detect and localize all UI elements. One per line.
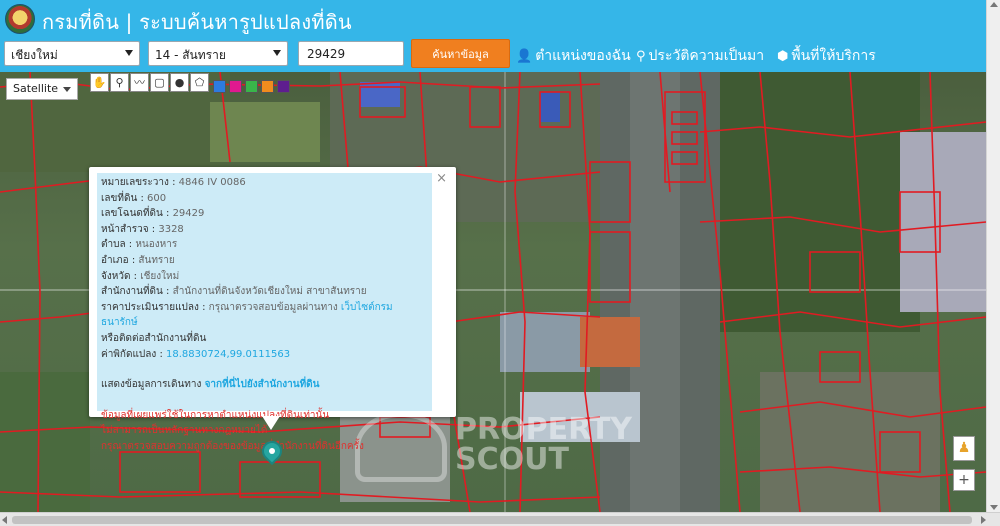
info-row: หน้าสำรวจ : 3328 xyxy=(101,223,184,235)
drawing-toolbar: ✋ ⚲ 〰 ▢ ● ⬠ xyxy=(90,73,209,92)
chevron-down-icon xyxy=(125,50,133,56)
circle-icon[interactable]: ● xyxy=(170,73,189,92)
service-area-label: พื้นที่ให้บริการ xyxy=(791,48,876,64)
info-row: จังหวัด : เชียงใหม่ xyxy=(101,270,180,282)
polyline-icon[interactable]: 〰 xyxy=(130,73,149,92)
province-select[interactable]: เชียงใหม่ xyxy=(4,41,140,66)
info-row-value: 3328 xyxy=(158,223,184,235)
search-button[interactable]: ค้นหาข้อมูล xyxy=(411,39,510,68)
info-row: อำเภอ : สันทราย xyxy=(101,254,175,266)
info-row-value: 600 xyxy=(147,192,167,204)
info-window-pointer xyxy=(262,416,280,430)
info-row-label: สำนักงานที่ดิน xyxy=(101,286,163,298)
horizontal-scrollbar[interactable] xyxy=(0,512,1000,526)
info-row-label: หมายเลขระวาง xyxy=(101,177,169,188)
info-row-label: เลขที่ดิน xyxy=(101,192,138,204)
scroll-left-icon[interactable] xyxy=(2,516,7,524)
info-row-label: จังหวัด xyxy=(101,270,131,282)
price-contact: หรือติดต่อสำนักงานที่ดิน xyxy=(101,332,207,344)
coord-row: ค่าพิกัดแปลง : 18.8830724,99.0111563 xyxy=(101,348,291,360)
info-row: ตำบล : หนองหาร xyxy=(101,239,178,251)
polygon-icon[interactable]: ⬠ xyxy=(190,73,209,92)
route-row: แสดงข้อมูลการเดินทาง จากที่นี่ไปยังสำนัก… xyxy=(101,377,428,393)
satellite-map[interactable]: Satellite ✋ ⚲ 〰 ▢ ● ⬠ PROPERTY SCOUT หมา… xyxy=(0,72,1000,512)
history-link[interactable]: ⚲ ประวัติความเป็นมา xyxy=(636,45,764,67)
color-swatch-green[interactable] xyxy=(245,80,258,93)
person-icon: 👤 xyxy=(516,48,533,64)
parcel-info-window: หมายเลขระวาง : 4846 IV 0086 เลขที่ดิน : 6… xyxy=(89,167,456,452)
price-row: ราคาประเมินรายแปลง : กรุณาตรวจสอบข้อมูลผ… xyxy=(101,301,393,329)
info-row-label: อำเภอ xyxy=(101,254,129,266)
history-label: ประวัติความเป็นมา xyxy=(648,48,765,64)
info-row-value: สันทราย xyxy=(138,254,175,266)
district-select-value: 14 - สันทราย xyxy=(155,48,226,62)
info-row: หมายเลขระวาง : 4846 IV 0086 xyxy=(101,177,246,188)
coord-value[interactable]: 18.8830724,99.0111563 xyxy=(166,349,290,360)
district-select[interactable]: 14 - สันทราย xyxy=(148,41,288,66)
scrollbar-thumb[interactable] xyxy=(12,516,972,524)
app-title: กรมที่ดิน | ระบบค้นหารูปแปลงที่ดิน xyxy=(42,10,352,34)
info-row-value: 4846 IV 0086 xyxy=(178,177,246,188)
info-row-value: หนองหาร xyxy=(135,239,178,251)
info-row-value: 29429 xyxy=(172,208,205,220)
parcel-number-input[interactable]: 29429 xyxy=(298,41,404,66)
color-swatch-orange[interactable] xyxy=(261,80,274,93)
route-link[interactable]: จากที่นี่ไปยังสำนักงานที่ดิน xyxy=(205,379,320,390)
watermark-text: PROPERTY SCOUT xyxy=(455,415,632,475)
price-label: ราคาประเมินรายแปลง xyxy=(101,301,199,313)
info-row-value: สำนักงานที่ดินจังหวัดเชียงใหม่ สาขาสันทร… xyxy=(172,286,367,298)
coord-label: ค่าพิกัดแปลง xyxy=(101,348,157,360)
color-swatch-purple[interactable] xyxy=(277,80,290,93)
parcel-info-content: หมายเลขระวาง : 4846 IV 0086 เลขที่ดิน : 6… xyxy=(97,173,432,452)
my-location-label: ตำแหน่งของฉัน xyxy=(535,48,631,64)
vertical-scrollbar[interactable] xyxy=(986,0,1000,512)
top-header: กรมที่ดิน | ระบบค้นหารูปแปลงที่ดิน เชียง… xyxy=(0,0,1000,72)
marker-icon[interactable]: ⚲ xyxy=(110,73,129,92)
service-area-link[interactable]: ⬢ พื้นที่ให้บริการ xyxy=(777,45,876,67)
map-type-select[interactable]: Satellite xyxy=(6,78,78,100)
info-row-label: เลขโฉนดที่ดิน xyxy=(101,208,163,220)
watermark-line-1: PROPERTY xyxy=(455,412,633,447)
scroll-up-icon[interactable] xyxy=(990,2,998,7)
info-row: สำนักงานที่ดิน : สำนักงานที่ดินจังหวัดเช… xyxy=(101,286,367,298)
info-row-value: เชียงใหม่ xyxy=(140,270,180,282)
scroll-right-icon[interactable] xyxy=(981,516,986,524)
map-type-value: Satellite xyxy=(13,82,59,95)
scroll-down-icon[interactable] xyxy=(990,505,998,510)
info-row: เลขโฉนดที่ดิน : 29429 xyxy=(101,208,205,220)
tag-icon: ⬢ xyxy=(777,48,789,64)
color-swatches xyxy=(213,80,290,93)
price-text: กรุณาตรวจสอบข้อมูลผ่านทาง xyxy=(208,301,338,313)
info-row: เลขที่ดิน : 600 xyxy=(101,192,167,204)
hand-icon[interactable]: ✋ xyxy=(90,73,109,92)
color-swatch-blue[interactable] xyxy=(213,80,226,93)
chevron-down-icon xyxy=(63,87,71,92)
close-icon[interactable]: × xyxy=(436,171,447,186)
parcel-info-rows: หมายเลขระวาง : 4846 IV 0086 เลขที่ดิน : 6… xyxy=(101,175,428,300)
my-location-link[interactable]: 👤 ตำแหน่งของฉัน xyxy=(516,45,631,67)
route-text: แสดงข้อมูลการเดินทาง xyxy=(101,379,202,391)
chevron-down-icon xyxy=(273,50,281,56)
street-view-pegman-icon[interactable]: ♟ xyxy=(953,436,975,461)
rectangle-icon[interactable]: ▢ xyxy=(150,73,169,92)
zoom-in-button[interactable]: + xyxy=(953,469,975,491)
watermark-line-2: SCOUT xyxy=(455,442,569,477)
info-row-label: หน้าสำรวจ xyxy=(101,223,149,235)
color-swatch-pink[interactable] xyxy=(229,80,242,93)
info-row-label: ตำบล xyxy=(101,239,126,251)
province-select-value: เชียงใหม่ xyxy=(11,48,58,62)
department-logo xyxy=(5,4,35,34)
flag-icon: ⚲ xyxy=(636,48,646,64)
